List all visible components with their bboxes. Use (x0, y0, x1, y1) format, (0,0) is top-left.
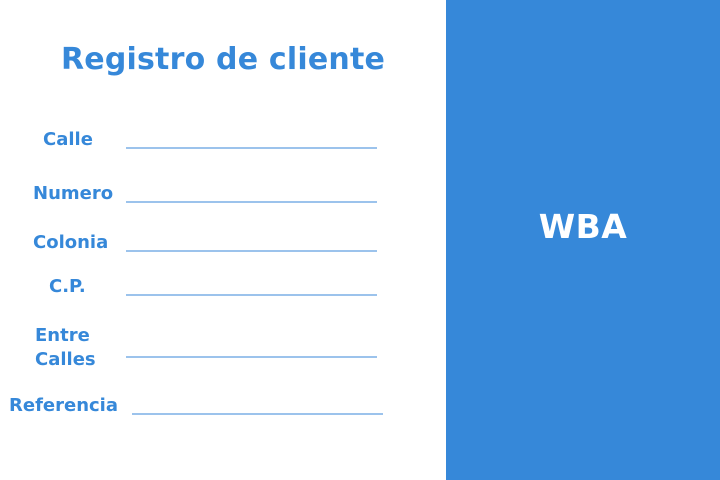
cp-label: C.P. (49, 276, 86, 297)
numero-label: Numero (33, 183, 114, 204)
referencia-label: Referencia (9, 395, 118, 416)
entre-calles-input[interactable] (126, 336, 377, 358)
registration-screen: Registro de cliente Calle Numero Colonia… (0, 0, 720, 480)
page-title: Registro de cliente (60, 42, 386, 77)
referencia-input[interactable] (132, 393, 383, 415)
entre-calles-label-line1: Entre (35, 325, 90, 346)
form-panel: Registro de cliente Calle Numero Colonia… (0, 0, 446, 480)
calle-input[interactable] (126, 127, 377, 149)
cp-input[interactable] (126, 274, 377, 296)
numero-input[interactable] (126, 181, 377, 203)
colonia-label: Colonia (33, 232, 109, 253)
brand-panel: WBA (446, 0, 720, 480)
brand-logo-text: WBA (538, 207, 628, 246)
calle-label: Calle (43, 129, 93, 150)
entre-calles-label: Entre Calles (35, 324, 96, 372)
colonia-input[interactable] (126, 230, 377, 252)
entre-calles-label-line2: Calles (35, 349, 96, 370)
